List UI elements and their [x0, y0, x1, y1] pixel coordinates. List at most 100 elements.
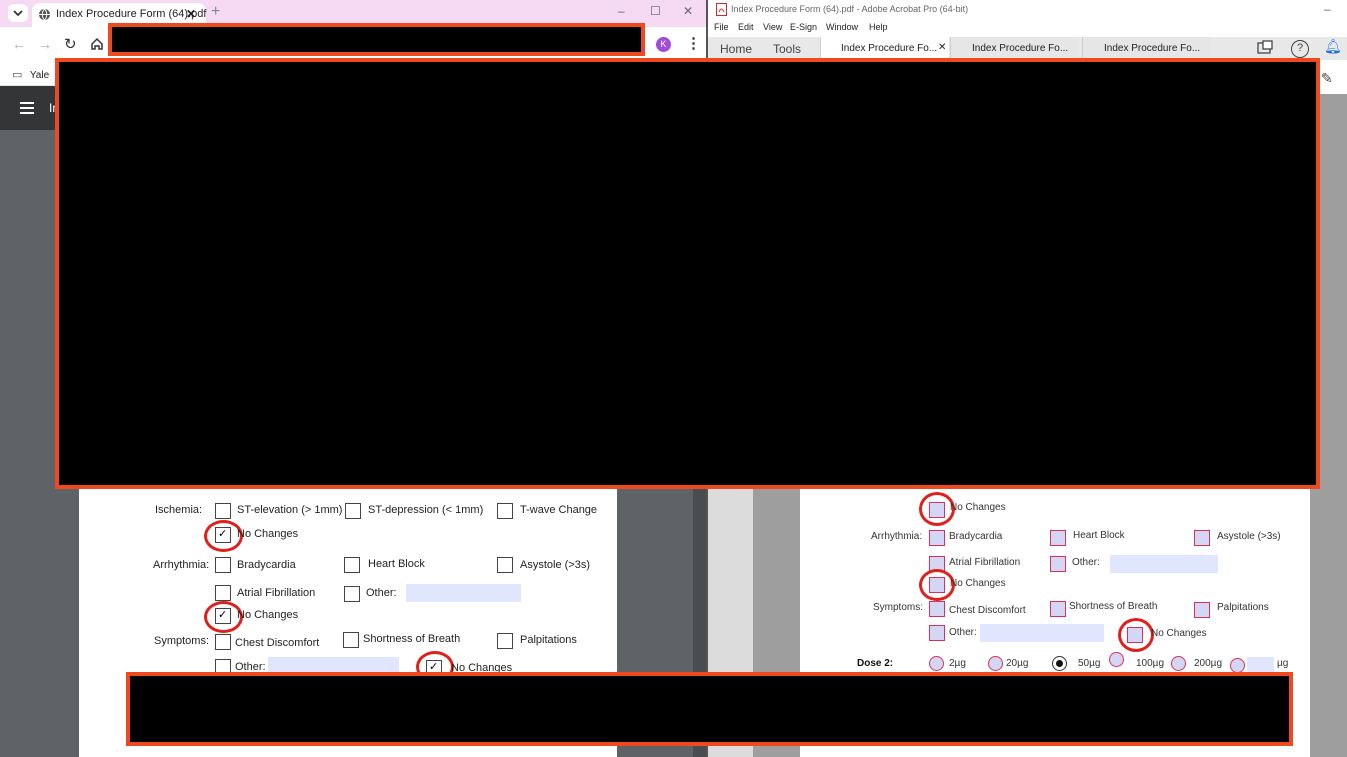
- chrome-menu-icon[interactable]: ⋮: [686, 34, 701, 52]
- ischemia-no-changes-label: No Changes: [237, 528, 299, 540]
- menu-window[interactable]: Window: [826, 22, 858, 32]
- acrobat-logo-icon: [716, 3, 727, 16]
- bookmark-yale[interactable]: ▭ Yale: [12, 65, 49, 83]
- annotation-ring: [1118, 618, 1154, 652]
- shortness-of-breath-checkbox[interactable]: [1050, 601, 1066, 617]
- chest-discomfort-label: Chest Discomfort: [949, 605, 1026, 616]
- symptoms-other-checkbox[interactable]: [929, 625, 945, 641]
- palpitations-checkbox[interactable]: [497, 633, 513, 649]
- menu-edit[interactable]: Edit: [738, 22, 754, 32]
- heart-block-checkbox[interactable]: [1050, 530, 1066, 546]
- menu-help[interactable]: Help: [869, 22, 888, 32]
- arrhythmia-other-checkbox[interactable]: [344, 586, 360, 602]
- dose-100ug-label: 100µg: [1136, 658, 1165, 669]
- palpitations-label: Palpitations: [520, 634, 577, 646]
- dose-2ug-radio[interactable]: [929, 656, 944, 671]
- share-screen-icon[interactable]: [1256, 40, 1274, 56]
- arrhythmia-no-changes-label: No Changes: [950, 578, 1006, 589]
- chevron-down-icon: [13, 10, 23, 17]
- back-arrow-icon[interactable]: ←: [12, 36, 26, 52]
- symptoms-label: Symptoms:: [873, 602, 924, 613]
- close-window-button[interactable]: ✕: [683, 4, 693, 18]
- chest-discomfort-label: Chest Discomfort: [235, 637, 320, 649]
- dose-2-label: Dose 2:: [857, 658, 894, 669]
- bookmark-label: Yale: [29, 70, 50, 81]
- acrobat-minimize-button[interactable]: –: [1324, 2, 1331, 16]
- menu-file[interactable]: File: [714, 22, 729, 32]
- doc-tab-title: Index Procedure Fo...: [841, 43, 938, 54]
- acrobat-window-title: Index Procedure Form (64).pdf - Adobe Ac…: [731, 4, 969, 14]
- symptoms-other-field[interactable]: [980, 624, 1104, 642]
- atrial-fibrillation-label: Atrial Fibrillation: [949, 557, 1021, 568]
- st-depression-checkbox[interactable]: [345, 503, 361, 519]
- st-elevation-checkbox[interactable]: [215, 503, 231, 519]
- acrobat-doc-tab-3[interactable]: Index Procedure Fo...: [1082, 37, 1211, 60]
- dose-2ug-label: 2µg: [949, 658, 966, 669]
- symptoms-other-label: Other:: [949, 627, 977, 638]
- acrobat-doc-tab-1[interactable]: Index Procedure Fo... ✕: [820, 37, 949, 60]
- home-icon[interactable]: [90, 37, 104, 51]
- nav-home[interactable]: Home: [720, 42, 752, 56]
- chest-discomfort-checkbox[interactable]: [929, 601, 945, 617]
- t-wave-checkbox[interactable]: [497, 503, 513, 519]
- asystole-checkbox[interactable]: [1194, 530, 1210, 546]
- symptoms-label: Symptoms:: [154, 635, 210, 647]
- palpitations-label: Palpitations: [1217, 602, 1269, 613]
- arrhythmia-other-label: Other:: [366, 587, 397, 599]
- arrhythmia-other-field[interactable]: [1110, 555, 1218, 573]
- dose-50ug-radio[interactable]: [1052, 656, 1067, 671]
- acrobat-doc-tab-2[interactable]: Index Procedure Fo...: [950, 37, 1079, 60]
- acrobat-title-bar: Index Procedure Form (64).pdf - Adobe Ac…: [708, 0, 1347, 20]
- help-icon[interactable]: ?: [1291, 40, 1309, 58]
- chrome-tab-title: Index Procedure Form (64).pdf: [56, 8, 207, 20]
- acrobat-menu-bar: File Edit View E-Sign Window Help: [708, 20, 1347, 37]
- bradycardia-label: Bradycardia: [237, 559, 296, 571]
- arrhythmia-other-field[interactable]: [406, 584, 521, 602]
- menu-view[interactable]: View: [763, 22, 782, 32]
- dose-custom-unit: µg: [1277, 658, 1289, 669]
- folder-icon: ▭: [12, 69, 23, 81]
- dose-custom-radio[interactable]: [1230, 658, 1245, 673]
- bradycardia-checkbox[interactable]: [929, 530, 945, 546]
- dose-200ug-radio[interactable]: [1171, 656, 1186, 671]
- dose-custom-field[interactable]: [1247, 657, 1274, 673]
- dose-50ug-label: 50µg: [1078, 658, 1101, 669]
- dose-100ug-radio[interactable]: [1109, 652, 1124, 667]
- asystole-label: Asystole (>3s): [1217, 531, 1281, 542]
- palpitations-checkbox[interactable]: [1194, 602, 1210, 618]
- profile-initial: K: [660, 39, 667, 49]
- sign-pen-icon[interactable]: ✎: [1321, 70, 1333, 87]
- arrhythmia-label: Arrhythmia:: [153, 559, 210, 571]
- dose-20ug-radio[interactable]: [988, 656, 1003, 671]
- asystole-checkbox[interactable]: [497, 557, 513, 573]
- heart-block-checkbox[interactable]: [344, 557, 360, 573]
- tab-close-button[interactable]: ✕: [186, 7, 196, 21]
- maximize-button[interactable]: ☐: [650, 4, 661, 18]
- st-depression-label: ST-depression (< 1mm): [368, 504, 484, 516]
- arrhythmia-other-checkbox[interactable]: [1050, 556, 1066, 572]
- reload-icon[interactable]: ↻: [64, 35, 77, 53]
- doc-tab-close-button[interactable]: ✕: [938, 42, 946, 53]
- new-tab-button[interactable]: +: [211, 3, 220, 21]
- tab-search-button[interactable]: [8, 4, 28, 22]
- bradycardia-label: Bradycardia: [949, 531, 1003, 542]
- forward-arrow-icon[interactable]: →: [38, 36, 52, 52]
- chest-discomfort-checkbox[interactable]: [215, 634, 231, 650]
- ischemia-label: Ischemia:: [155, 504, 203, 516]
- bradycardia-checkbox[interactable]: [215, 557, 231, 573]
- atrial-fibrillation-label: Atrial Fibrillation: [237, 587, 316, 599]
- minimize-button[interactable]: –: [618, 4, 625, 18]
- arrhythmia-no-changes-label: No Changes: [237, 609, 299, 621]
- profile-avatar[interactable]: K: [656, 37, 671, 52]
- nav-tools[interactable]: Tools: [773, 42, 801, 56]
- globe-icon: [39, 8, 50, 21]
- shortness-of-breath-label: Shortness of Breath: [1069, 601, 1158, 612]
- hamburger-menu-icon[interactable]: [20, 102, 34, 114]
- heart-block-label: Heart Block: [1073, 530, 1125, 541]
- atrial-fibrillation-checkbox[interactable]: [215, 585, 231, 601]
- redacted-address-bar: [108, 23, 645, 56]
- shortness-of-breath-checkbox[interactable]: [343, 632, 359, 648]
- notifications-bell-icon[interactable]: 🔔︎: [1324, 38, 1342, 55]
- doc-tab-title: Index Procedure Fo...: [1104, 43, 1201, 54]
- menu-esign[interactable]: E-Sign: [790, 22, 817, 32]
